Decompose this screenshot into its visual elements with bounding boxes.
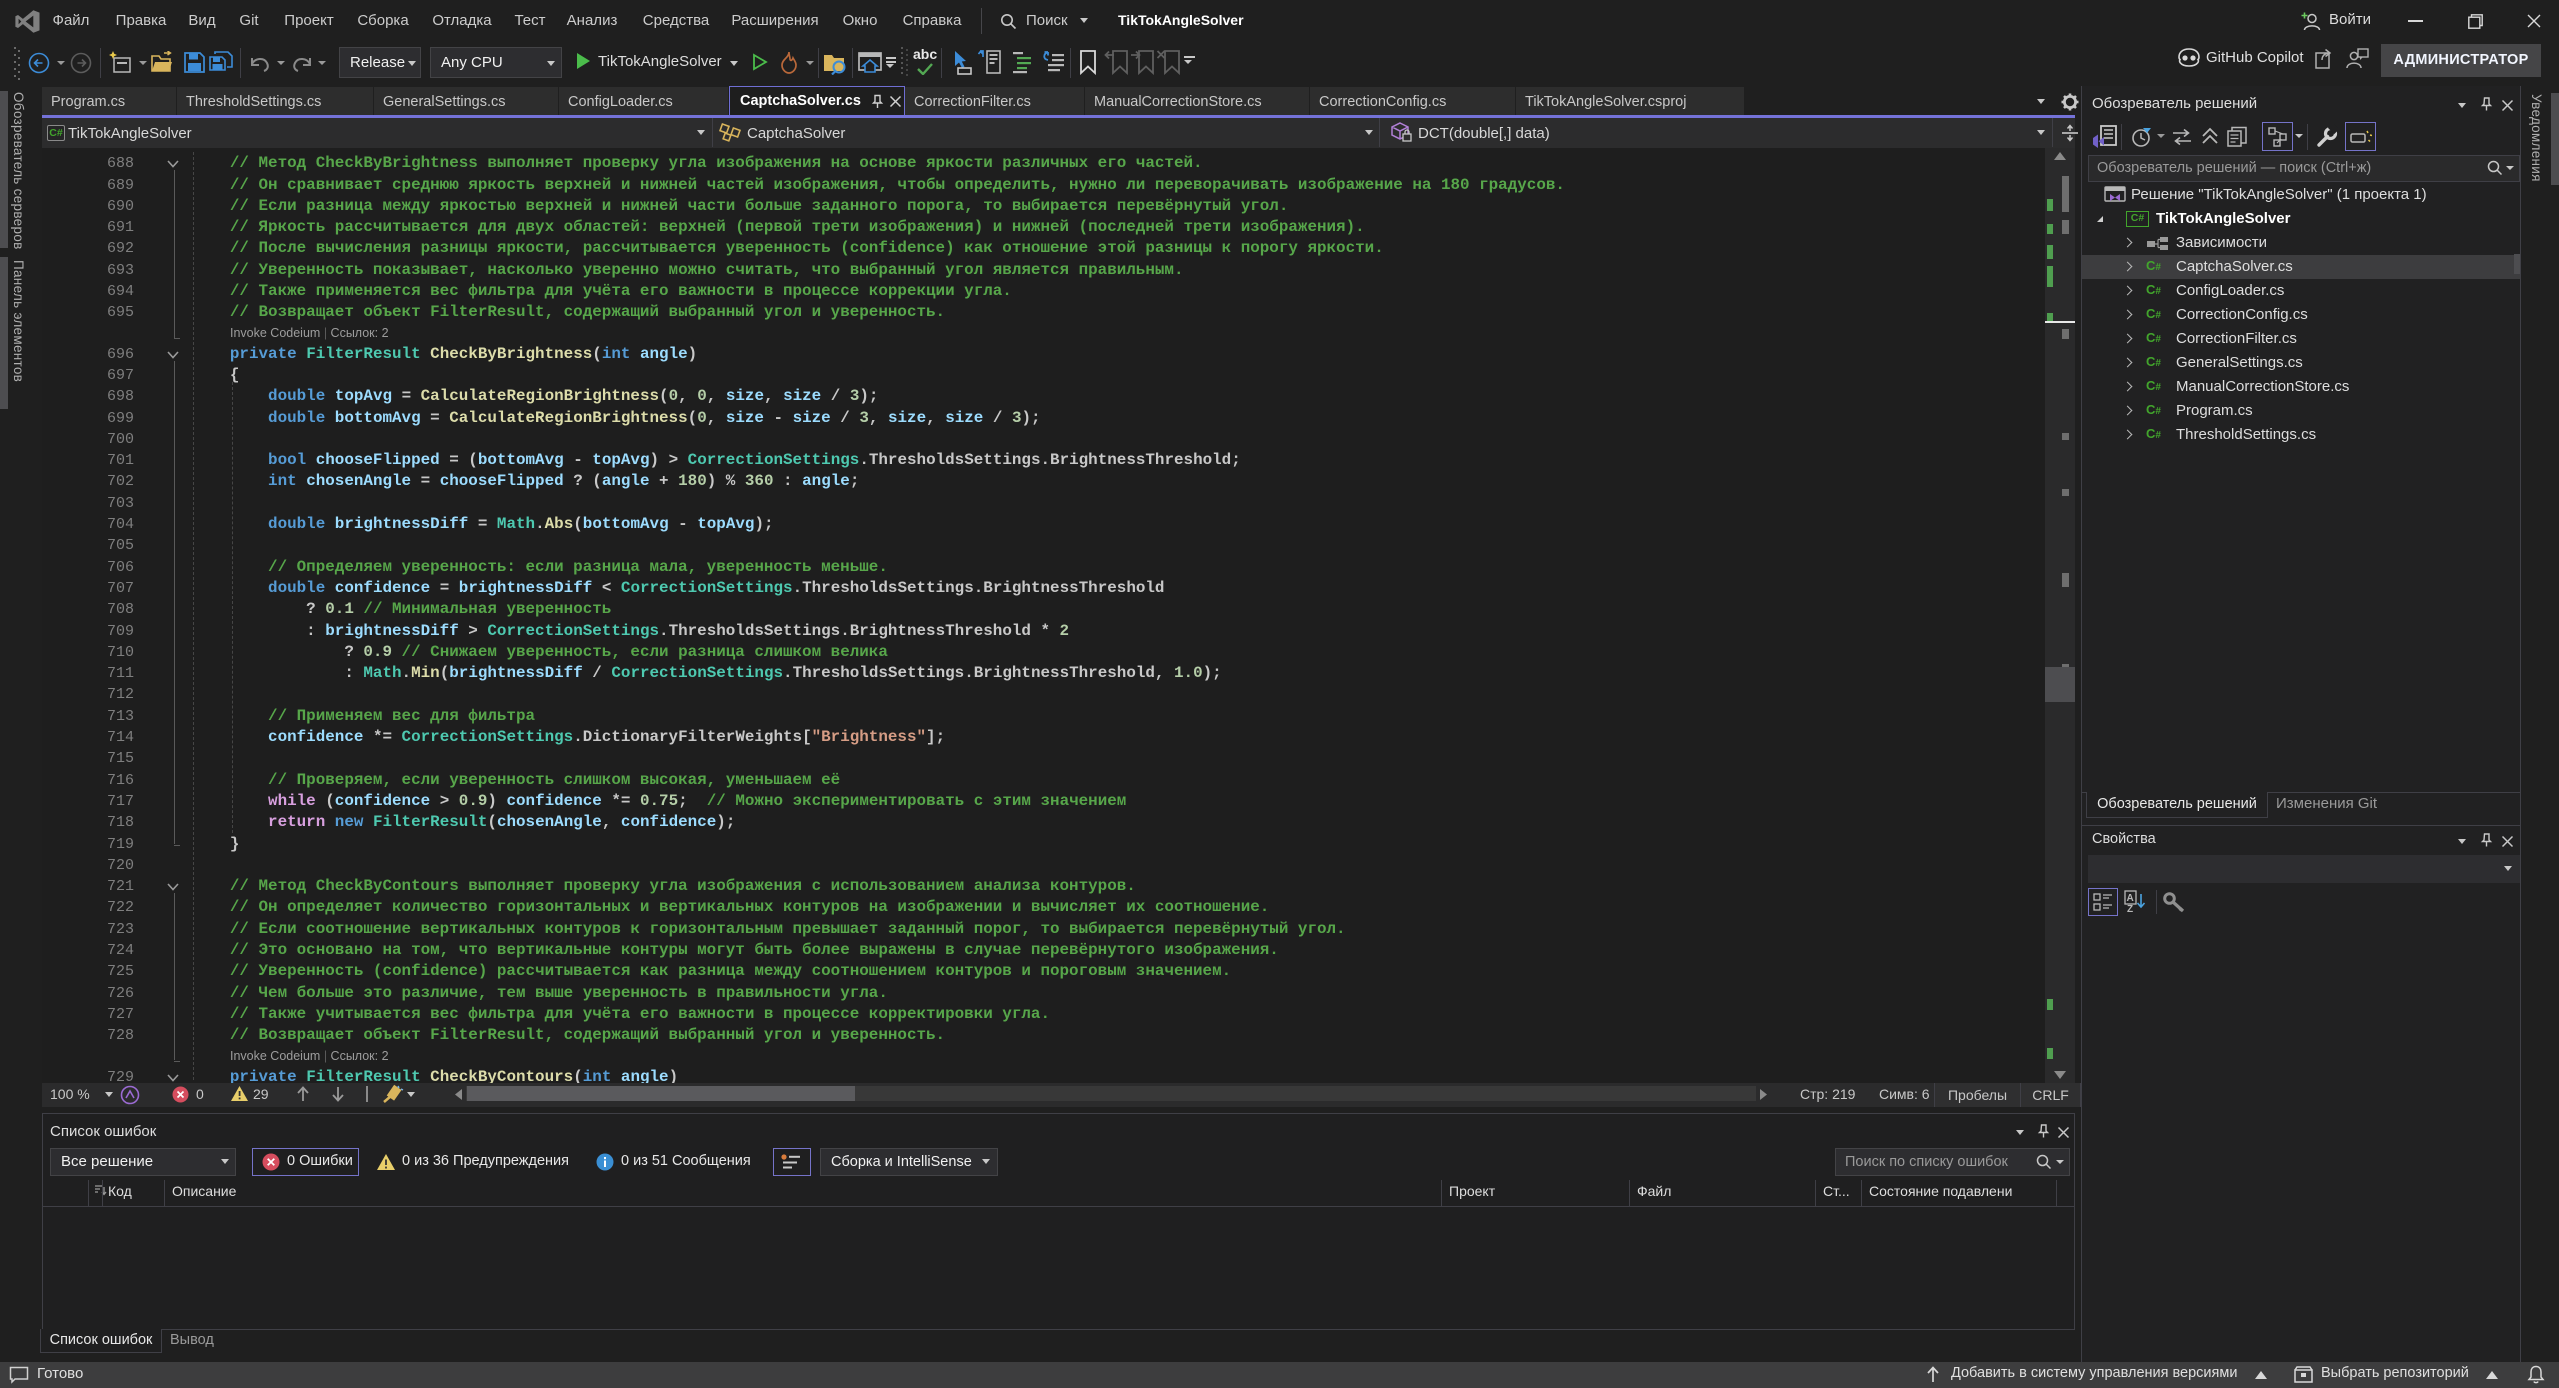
svg-text:A: A xyxy=(2127,893,2134,904)
svg-text:Z: Z xyxy=(2127,904,2133,914)
